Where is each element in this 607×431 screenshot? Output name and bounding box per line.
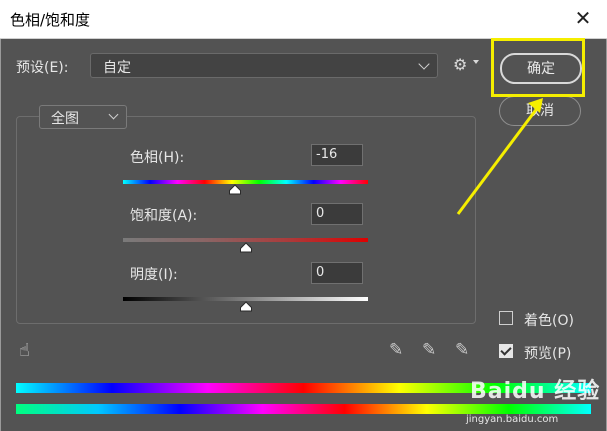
chevron-down-icon xyxy=(418,58,430,70)
hand-adjust-icon[interactable]: ☝ xyxy=(19,340,30,361)
watermark-logo: Baidu 经验 xyxy=(470,379,601,404)
cancel-button[interactable]: 取消 xyxy=(499,96,581,126)
hue-slider[interactable] xyxy=(123,180,368,184)
ok-highlight-box xyxy=(491,38,585,97)
close-icon[interactable]: ✕ xyxy=(571,6,595,30)
colorize-label: 着色(O) xyxy=(524,313,574,329)
eyedropper-icon[interactable]: ✎ xyxy=(389,340,403,360)
gear-menu-arrow-icon[interactable] xyxy=(473,60,479,64)
title-bar: 色相/饱和度 ✕ xyxy=(0,0,607,39)
range-dropdown[interactable]: 全图 xyxy=(39,105,127,129)
preview-label: 预览(P) xyxy=(524,346,572,362)
preset-dropdown[interactable]: 自定 xyxy=(90,53,438,78)
chevron-down-icon xyxy=(108,109,119,120)
hue-input[interactable]: -16 xyxy=(311,144,363,166)
preview-checkbox[interactable] xyxy=(499,344,513,358)
saturation-label: 饱和度(A): xyxy=(130,208,198,224)
color-bar-adjusted xyxy=(16,404,591,414)
preset-label: 预设(E): xyxy=(16,60,69,76)
preset-value: 自定 xyxy=(103,60,131,76)
gear-icon[interactable]: ⚙ xyxy=(453,57,467,73)
lightness-label: 明度(I): xyxy=(130,267,178,283)
hue-label: 色相(H): xyxy=(130,150,185,166)
watermark-url: jingyan.baidu.com xyxy=(466,414,559,425)
colorize-checkbox[interactable] xyxy=(499,311,513,325)
adjustment-group xyxy=(16,116,476,324)
saturation-input[interactable]: 0 xyxy=(311,203,363,225)
range-value: 全图 xyxy=(51,111,79,127)
eyedropper-subtract-icon[interactable]: ✎ xyxy=(455,340,469,360)
eyedropper-add-icon[interactable]: ✎ xyxy=(422,340,436,360)
lightness-input[interactable]: 0 xyxy=(311,262,363,284)
window-title: 色相/饱和度 xyxy=(10,11,91,29)
